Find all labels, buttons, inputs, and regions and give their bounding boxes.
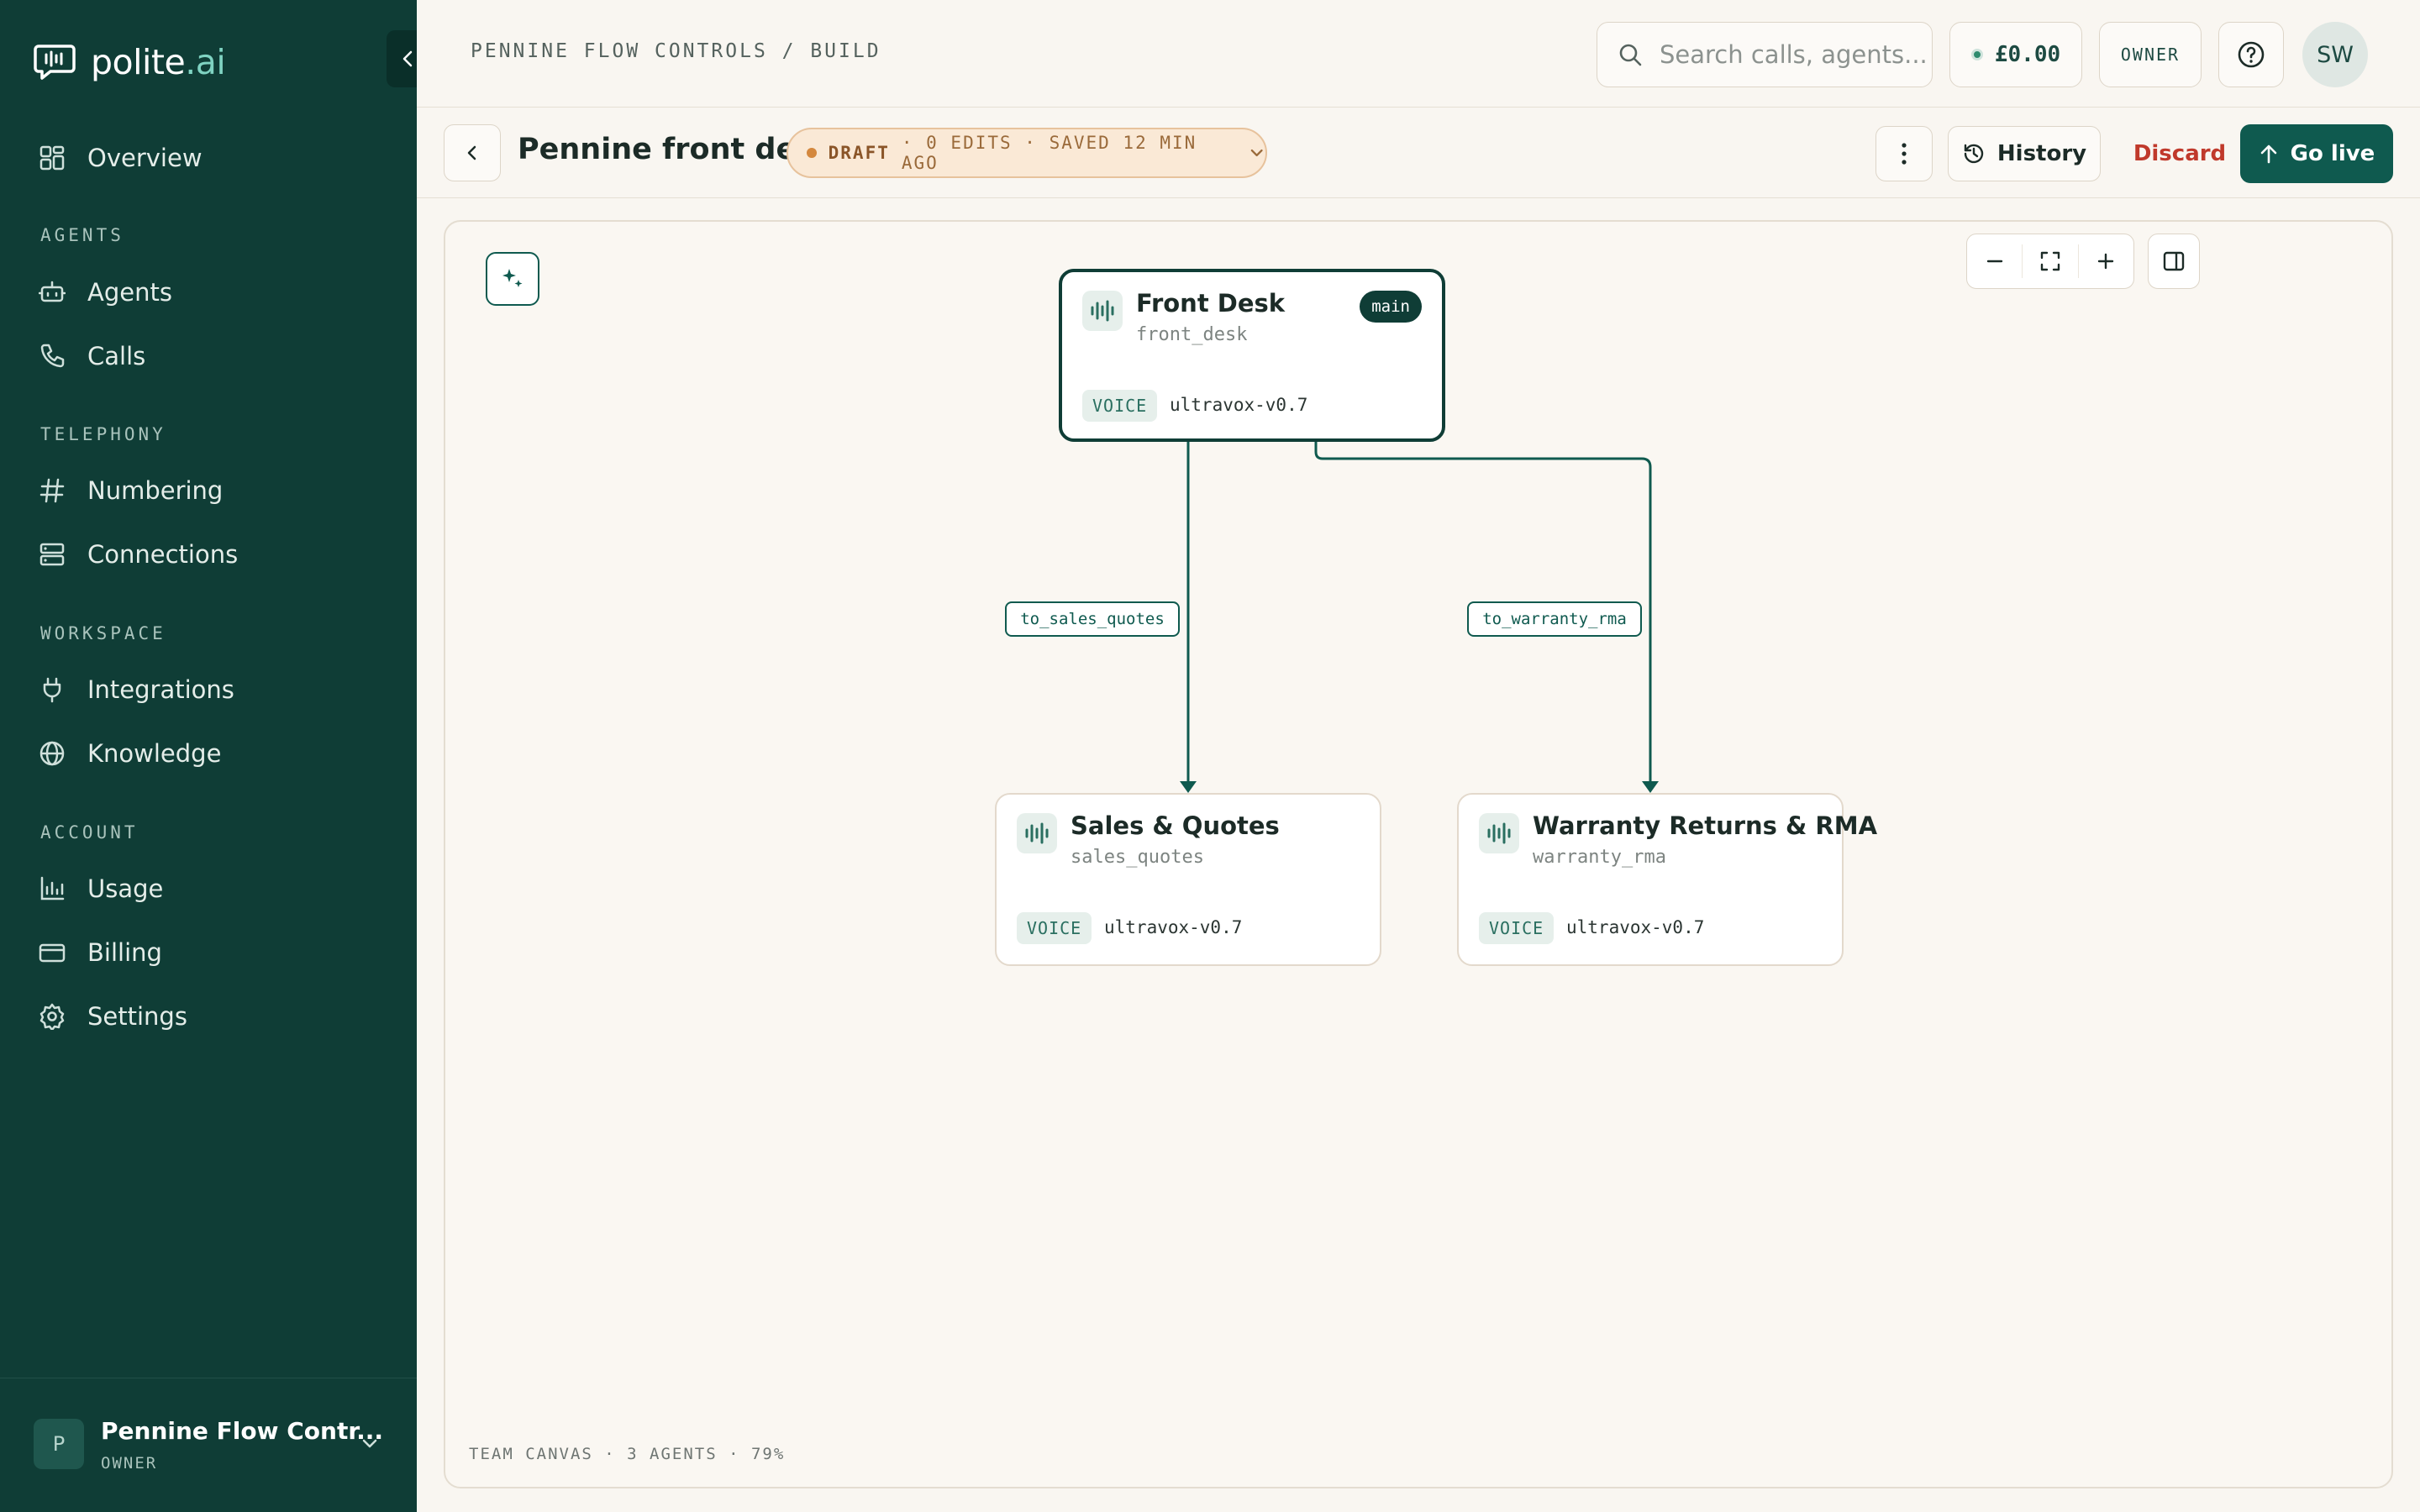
- history-icon: [1964, 144, 1984, 164]
- voice-badge: VOICE: [1479, 912, 1555, 944]
- sidebar-item-label: Agents: [87, 278, 172, 307]
- org-name: Pennine Flow Contr...: [101, 1417, 384, 1445]
- sidebar-item-label: Usage: [87, 874, 164, 903]
- edge-label[interactable]: to_warranty_rma: [1467, 601, 1642, 637]
- voice-badge: VOICE: [1082, 390, 1158, 422]
- chevron-down-icon: [362, 1439, 377, 1448]
- sidebar: polite.ai Overview AGENTS Agents Calls T…: [0, 0, 430, 1512]
- org-role: OWNER: [101, 1454, 158, 1473]
- bar-chart-icon: [40, 876, 65, 900]
- sidebar-item-label: Calls: [87, 342, 146, 370]
- waveform-icon: [1017, 813, 1057, 853]
- balance-badge[interactable]: £0.00: [1949, 22, 2082, 87]
- user-avatar[interactable]: SW: [2302, 22, 2368, 87]
- org-avatar: P: [34, 1419, 84, 1469]
- balance-value: £0.00: [1994, 42, 2061, 67]
- sidebar-item-integrations[interactable]: Integrations: [39, 669, 234, 711]
- discard-button[interactable]: Discard: [2126, 126, 2233, 181]
- node-title: Warranty Returns & RMA: [1533, 811, 1878, 840]
- role-badge[interactable]: OWNER: [2099, 22, 2202, 87]
- node-slug: warranty_rma: [1533, 847, 1666, 868]
- server-icon: [39, 543, 65, 566]
- sidebar-section-account: ACCOUNT: [40, 822, 139, 843]
- sidebar-item-settings[interactable]: Settings: [39, 995, 187, 1037]
- sidebar-item-label: Connections: [87, 540, 239, 569]
- sidebar-item-label: Knowledge: [87, 739, 222, 768]
- credit-card-icon: [39, 943, 66, 963]
- page-title: Pennine front desk: [518, 133, 834, 166]
- node-title: Front Desk: [1136, 289, 1286, 318]
- plug-icon: [43, 677, 61, 703]
- flow-canvas[interactable]: to_sales_quotes to_warranty_rma Front De…: [444, 220, 2393, 1488]
- arrowhead-icon: [1180, 781, 1197, 793]
- kebab-icon: [1902, 143, 1907, 165]
- hash-icon: [39, 478, 65, 503]
- top-bar: PENNINE FLOW CONTROLS / BUILD Search cal…: [417, 0, 2420, 108]
- waveform-icon: [1082, 291, 1123, 331]
- agent-node-sales-quotes[interactable]: Sales & Quotes sales_quotes VOICE ultrav…: [995, 793, 1381, 966]
- search-input[interactable]: Search calls, agents...: [1597, 22, 1933, 87]
- chevron-left-icon: [467, 145, 476, 160]
- agent-node-front-desk[interactable]: Front Desk front_desk main VOICE ultravo…: [1059, 269, 1445, 442]
- history-label: History: [1996, 141, 2087, 166]
- node-model: ultravox-v0.7: [1104, 917, 1243, 937]
- brand-name: polite.ai: [91, 42, 226, 82]
- sidebar-item-calls[interactable]: Calls: [39, 335, 145, 377]
- chevron-left-icon: [402, 50, 413, 67]
- more-options-button[interactable]: [1876, 126, 1933, 181]
- canvas-status: TEAM CANVAS · 3 AGENTS · 79%: [469, 1445, 786, 1463]
- sidebar-item-label: Billing: [87, 938, 162, 967]
- help-button[interactable]: [2218, 22, 2284, 87]
- editor-toolbar: Pennine front desk DRAFT · 0 EDITS · SAV…: [417, 108, 2420, 198]
- go-live-button[interactable]: Go live: [2240, 124, 2393, 183]
- draft-dot: [807, 148, 817, 158]
- phone-icon: [40, 344, 65, 368]
- grid-icon: [39, 145, 65, 171]
- gear-icon: [39, 1003, 65, 1030]
- help-icon: [2238, 41, 2265, 68]
- waveform-icon: [1479, 813, 1519, 853]
- brand-logo[interactable]: polite.ai: [34, 42, 226, 82]
- sidebar-item-knowledge[interactable]: Knowledge: [39, 732, 221, 774]
- back-button[interactable]: [444, 124, 501, 181]
- sidebar-item-overview[interactable]: Overview: [39, 137, 203, 179]
- sidebar-item-billing[interactable]: Billing: [39, 932, 162, 974]
- draft-status-dropdown[interactable]: DRAFT · 0 EDITS · SAVED 12 MIN AGO: [786, 128, 1267, 178]
- breadcrumb: PENNINE FLOW CONTROLS / BUILD: [471, 40, 881, 62]
- sidebar-item-label: Integrations: [87, 675, 234, 704]
- sidebar-item-label: Settings: [87, 1002, 187, 1031]
- history-button[interactable]: History: [1948, 126, 2101, 181]
- search-placeholder: Search calls, agents...: [1660, 40, 1928, 69]
- org-switcher[interactable]: P Pennine Flow Contr... OWNER: [0, 1378, 417, 1512]
- main-badge: main: [1360, 291, 1422, 323]
- node-slug: front_desk: [1136, 324, 1248, 345]
- edge-label[interactable]: to_sales_quotes: [1005, 601, 1180, 637]
- sidebar-item-label: Overview: [87, 144, 203, 172]
- sidebar-section-telephony: TELEPHONY: [40, 424, 166, 444]
- sidebar-item-connections[interactable]: Connections: [39, 533, 238, 575]
- agent-node-warranty-rma[interactable]: Warranty Returns & RMA warranty_rma VOIC…: [1457, 793, 1877, 966]
- search-icon: [1619, 44, 1642, 66]
- robot-icon: [39, 281, 66, 302]
- voice-badge: VOICE: [1017, 912, 1092, 944]
- node-model: ultravox-v0.7: [1170, 395, 1308, 415]
- arrow-up-icon: [2260, 144, 2276, 164]
- draft-status: DRAFT: [828, 143, 890, 163]
- sidebar-section-workspace: WORKSPACE: [40, 623, 166, 643]
- sidebar-section-agents: AGENTS: [40, 225, 124, 245]
- node-model: ultravox-v0.7: [1566, 917, 1705, 937]
- sidebar-item-agents[interactable]: Agents: [39, 271, 172, 313]
- node-slug: sales_quotes: [1071, 847, 1204, 868]
- go-live-label: Go live: [2290, 141, 2375, 166]
- draft-meta: · 0 EDITS · SAVED 12 MIN AGO: [901, 133, 1197, 173]
- arrowhead-icon: [1642, 781, 1659, 793]
- chevron-down-icon: [1250, 149, 1263, 157]
- sidebar-item-usage[interactable]: Usage: [39, 868, 163, 910]
- sidebar-item-numbering[interactable]: Numbering: [39, 470, 223, 512]
- sidebar-item-label: Numbering: [87, 476, 224, 505]
- globe-icon: [39, 741, 65, 766]
- status-dot: [1970, 49, 1983, 60]
- chat-logo-icon: [34, 43, 76, 81]
- node-title: Sales & Quotes: [1071, 811, 1280, 840]
